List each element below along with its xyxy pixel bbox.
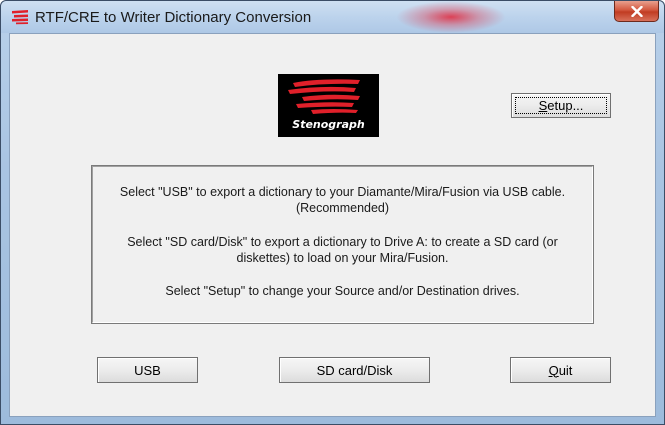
dialog-window: RTF/CRE to Writer Dictionary Conversion … [0, 0, 665, 425]
sd-card-disk-button[interactable]: SD card/Disk [279, 357, 430, 383]
info-sd-text-cont: diskettes) to load on your Mira/Fusion. [236, 251, 449, 265]
info-setup-text: Select "Setup" to change your Source and… [165, 284, 520, 298]
usb-button-label: USB [134, 362, 161, 378]
quit-button[interactable]: Quit [510, 357, 611, 383]
info-sd-text: Select "SD card/Disk" to export a dictio… [127, 235, 558, 249]
stenograph-logo: Stenograph [278, 74, 379, 137]
focus-rectangle [515, 97, 607, 114]
close-button[interactable] [614, 1, 659, 22]
title-bar[interactable]: RTF/CRE to Writer Dictionary Conversion [1, 1, 664, 33]
window-title: RTF/CRE to Writer Dictionary Conversion [35, 9, 312, 26]
info-panel: Select "USB" to export a dictionary to y… [91, 165, 594, 324]
close-icon [630, 5, 643, 17]
sd-card-disk-button-label: SD card/Disk [316, 362, 393, 378]
quit-button-label: Quit [548, 362, 573, 378]
info-usb-text: Select "USB" to export a dictionary to y… [119, 185, 566, 199]
logo-text: Stenograph [292, 118, 365, 131]
stenograph-logo-mark [288, 79, 360, 114]
usb-button[interactable]: USB [97, 357, 198, 383]
setup-button[interactable]: Setup... [511, 93, 611, 118]
stenograph-logo-icon [12, 10, 28, 25]
title-bar-glow [396, 1, 506, 33]
dialog-client-area: Stenograph Setup... Select "USB" to expo… [9, 33, 656, 417]
info-usb-text-note: (Recommended) [295, 201, 390, 215]
